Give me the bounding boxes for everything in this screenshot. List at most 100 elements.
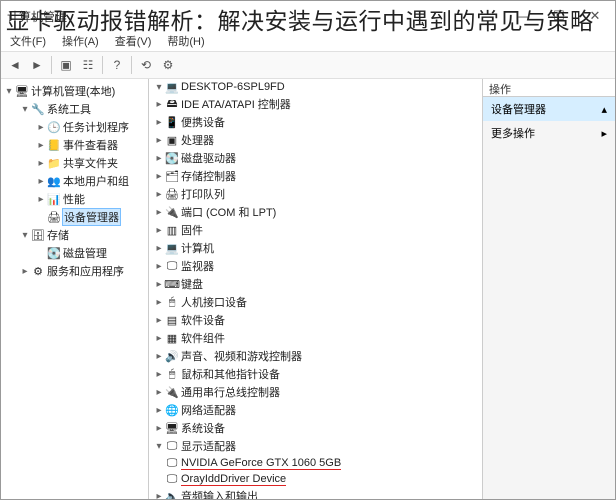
expand-icon[interactable]: ▸	[153, 189, 165, 200]
category-storage-ctrl[interactable]: ▸🗂存储控制器	[149, 167, 482, 185]
category-display-adapter[interactable]: ▾🖵显示适配器	[149, 437, 482, 455]
tree-label: 磁盘驱动器	[181, 150, 236, 166]
category-cpu[interactable]: ▸▣处理器	[149, 131, 482, 149]
expand-icon[interactable]: ▸	[153, 243, 165, 254]
category-audio-video-game[interactable]: ▸🔊声音、视频和游戏控制器	[149, 347, 482, 365]
expand-icon[interactable]: ▸	[35, 140, 47, 151]
device-orayidd[interactable]: 🖵OrayIddDriver Device	[149, 471, 482, 487]
tree-label: DESKTOP-6SPL9FD	[181, 81, 285, 93]
refresh-button[interactable]: ⟲	[136, 55, 156, 75]
expand-icon[interactable]: ▸	[153, 405, 165, 416]
left-tree[interactable]: ▾ 🖥 计算机管理(本地) ▾ 🔧 系统工具 ▸ 🕒 任务计划程序 ▸ 📒 事件…	[1, 79, 149, 499]
expand-icon[interactable]: ▸	[35, 158, 47, 169]
menu-view[interactable]: 查看(V)	[110, 32, 157, 50]
clock-icon: 🕒	[47, 120, 61, 134]
expand-icon[interactable]: ▾	[153, 82, 165, 93]
titlebar: 计算机管理 ─ ☐ ✕	[1, 1, 615, 31]
category-hid[interactable]: ▸🖱人机接口设备	[149, 293, 482, 311]
category-disk[interactable]: ▸💽磁盘驱动器	[149, 149, 482, 167]
tree-label: 系统工具	[47, 101, 91, 117]
tree-local-users[interactable]: ▸ 👥 本地用户和组	[1, 172, 148, 190]
device-nvidia-gpu[interactable]: 🖵NVIDIA GeForce GTX 1060 5GB	[149, 455, 482, 471]
action-device-manager[interactable]: 设备管理器 ▴	[483, 97, 615, 121]
category-printer[interactable]: ▸🖨打印队列	[149, 185, 482, 203]
category-usb[interactable]: ▸🔌通用串行总线控制器	[149, 383, 482, 401]
category-network[interactable]: ▸🌐网络适配器	[149, 401, 482, 419]
category-keyboard[interactable]: ▸⌨键盘	[149, 275, 482, 293]
separator	[102, 56, 103, 74]
tools-icon: 🔧	[31, 102, 45, 116]
menu-file[interactable]: 文件(F)	[5, 32, 51, 50]
category-ide[interactable]: ▸🖴IDE ATA/ATAPI 控制器	[149, 95, 482, 113]
action-more[interactable]: 更多操作 ▸	[483, 121, 615, 145]
tree-performance[interactable]: ▸ 📊 性能	[1, 190, 148, 208]
expand-icon[interactable]: ▸	[153, 351, 165, 362]
expand-icon[interactable]: ▸	[153, 297, 165, 308]
expand-icon[interactable]: ▸	[35, 194, 47, 205]
window-title: 计算机管理	[7, 8, 509, 25]
expand-icon[interactable]: ▸	[153, 369, 165, 380]
tree-task-scheduler[interactable]: ▸ 🕒 任务计划程序	[1, 118, 148, 136]
device-tree[interactable]: ▾ 💻 DESKTOP-6SPL9FD ▸🖴IDE ATA/ATAPI 控制器 …	[149, 79, 483, 499]
tree-event-viewer[interactable]: ▸ 📒 事件查看器	[1, 136, 148, 154]
tree-storage[interactable]: ▾ 🗄 存储	[1, 226, 148, 244]
tree-device-manager[interactable]: 🖨 设备管理器	[1, 208, 148, 226]
category-system-device[interactable]: ▸🖥系统设备	[149, 419, 482, 437]
expand-icon[interactable]: ▸	[153, 333, 165, 344]
category-mouse[interactable]: ▸🖱鼠标和其他指针设备	[149, 365, 482, 383]
expand-icon[interactable]: ▸	[153, 315, 165, 326]
expand-icon[interactable]: ▾	[19, 230, 31, 241]
category-software-component[interactable]: ▸▦软件组件	[149, 329, 482, 347]
expand-icon[interactable]: ▸	[153, 117, 165, 128]
expand-icon[interactable]: ▸	[153, 171, 165, 182]
expand-icon[interactable]: ▸	[35, 122, 47, 133]
expand-icon[interactable]: ▾	[3, 86, 15, 97]
tree-label: 任务计划程序	[63, 119, 129, 135]
hid-icon: 🖱	[165, 295, 179, 309]
properties-button[interactable]: ☷	[78, 55, 98, 75]
maximize-button[interactable]: ☐	[545, 5, 573, 27]
expand-icon[interactable]: ▸	[153, 207, 165, 218]
expand-icon[interactable]: ▸	[153, 225, 165, 236]
category-firmware[interactable]: ▸▥固件	[149, 221, 482, 239]
category-audio-io[interactable]: ▸🔈音频输入和输出	[149, 487, 482, 499]
action-label: 更多操作	[491, 125, 535, 141]
expand-icon[interactable]: ▸	[153, 99, 165, 110]
expand-icon[interactable]: ▸	[35, 176, 47, 187]
menu-action[interactable]: 操作(A)	[57, 32, 104, 50]
expand-icon[interactable]: ▸	[153, 261, 165, 272]
category-software-device[interactable]: ▸▤软件设备	[149, 311, 482, 329]
expand-icon[interactable]: ▸	[153, 491, 165, 500]
menubar[interactable]: 文件(F) 操作(A) 查看(V) 帮助(H)	[1, 31, 615, 51]
up-button[interactable]: ▣	[56, 55, 76, 75]
help-button[interactable]: ?	[107, 55, 127, 75]
expand-icon[interactable]: ▸	[153, 135, 165, 146]
expand-icon[interactable]: ▸	[153, 153, 165, 164]
collapse-icon[interactable]: ▾	[153, 441, 165, 452]
display-icon: 🖵	[165, 472, 179, 486]
menu-help[interactable]: 帮助(H)	[162, 32, 209, 50]
tree-root[interactable]: ▾ 🖥 计算机管理(本地)	[1, 82, 148, 100]
tree-system-tools[interactable]: ▾ 🔧 系统工具	[1, 100, 148, 118]
tree-label: 磁盘管理	[63, 245, 107, 261]
tree-disk-management[interactable]: 💽 磁盘管理	[1, 244, 148, 262]
back-button[interactable]: ◄	[5, 55, 25, 75]
device-root[interactable]: ▾ 💻 DESKTOP-6SPL9FD	[149, 79, 482, 95]
category-portable[interactable]: ▸📱便携设备	[149, 113, 482, 131]
expand-icon[interactable]: ▸	[153, 423, 165, 434]
category-computer[interactable]: ▸💻计算机	[149, 239, 482, 257]
close-button[interactable]: ✕	[581, 5, 609, 27]
port-icon: 🔌	[165, 205, 179, 219]
category-monitor[interactable]: ▸🖵监视器	[149, 257, 482, 275]
forward-button[interactable]: ►	[27, 55, 47, 75]
tree-shared-folders[interactable]: ▸ 📁 共享文件夹	[1, 154, 148, 172]
tree-label: 服务和应用程序	[47, 263, 124, 279]
minimize-button[interactable]: ─	[509, 5, 537, 27]
expand-icon[interactable]: ▾	[19, 104, 31, 115]
cpu-icon: ▣	[165, 133, 179, 147]
scan-button[interactable]: ⚙	[158, 55, 178, 75]
expand-icon[interactable]: ▸	[153, 387, 165, 398]
expand-icon[interactable]: ▸	[19, 266, 31, 277]
category-com-lpt[interactable]: ▸🔌端口 (COM 和 LPT)	[149, 203, 482, 221]
tree-services-apps[interactable]: ▸ ⚙ 服务和应用程序	[1, 262, 148, 280]
